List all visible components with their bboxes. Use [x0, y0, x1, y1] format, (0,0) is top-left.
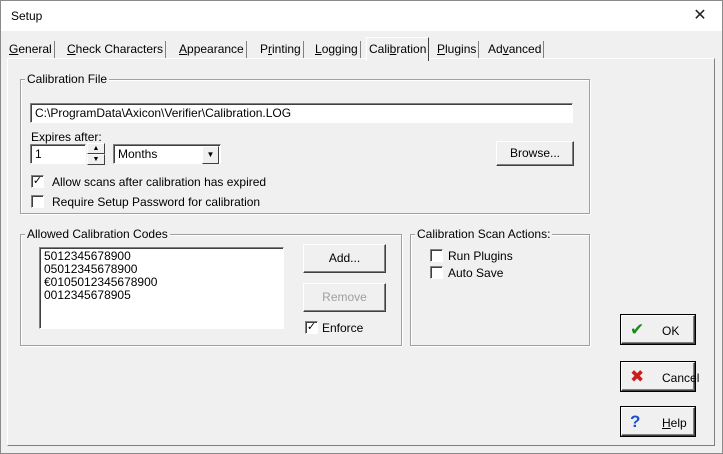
require-password-checkbox[interactable]: [31, 195, 44, 208]
help-button[interactable]: ? Help: [621, 407, 695, 436]
tab-strip: General Check Characters Appearance Prin…: [7, 37, 707, 61]
tab-plugins[interactable]: Plugins: [435, 41, 480, 59]
cancel-button[interactable]: ✖ Cancel: [621, 362, 699, 391]
allow-scans-checkbox[interactable]: ✓: [31, 175, 44, 188]
tab-check-characters[interactable]: Check Characters: [65, 41, 167, 59]
cross-icon: ✖: [630, 367, 645, 386]
tab-printing[interactable]: Printing: [258, 41, 304, 59]
add-code-button[interactable]: Add...: [303, 244, 386, 273]
expires-after-label: Expires after:: [31, 130, 102, 144]
close-icon[interactable]: ✕: [678, 1, 722, 31]
cancel-label: Cancel: [662, 371, 700, 385]
expires-unit-value: Months: [118, 147, 158, 161]
setup-dialog: Setup ✕ General Check Characters Appeara…: [0, 0, 723, 454]
expires-value-input[interactable]: 1: [30, 144, 86, 164]
window-title: Setup: [11, 9, 43, 23]
run-plugins-checkbox[interactable]: [430, 249, 443, 262]
ok-button[interactable]: ✔ OK: [621, 315, 695, 344]
spin-up-icon[interactable]: ▲: [87, 143, 105, 154]
run-plugins-label: Run Plugins: [448, 249, 513, 263]
ok-label: OK: [662, 324, 680, 338]
auto-save-label: Auto Save: [448, 266, 504, 280]
allow-scans-label: Allow scans after calibration has expire…: [52, 175, 267, 189]
list-item[interactable]: 0012345678905: [44, 289, 279, 302]
spin-down-icon[interactable]: ▼: [87, 154, 105, 165]
scan-actions-group-title: Calibration Scan Actions:: [415, 227, 553, 241]
tab-logging[interactable]: Logging: [313, 41, 361, 59]
chevron-down-icon[interactable]: ▼: [202, 146, 219, 164]
tab-advanced[interactable]: Advanced: [486, 41, 545, 59]
checkmark-icon: ✔: [630, 320, 645, 339]
tab-calibration[interactable]: Calibration: [366, 37, 430, 61]
remove-code-button[interactable]: Remove: [303, 283, 386, 312]
browse-button[interactable]: Browse...: [496, 141, 574, 166]
expires-spinner[interactable]: ▲ ▼: [87, 143, 105, 165]
auto-save-checkbox[interactable]: [430, 266, 443, 279]
tab-appearance[interactable]: Appearance: [177, 41, 247, 59]
enforce-label: Enforce: [322, 321, 364, 335]
calibration-file-group-title: Calibration File: [25, 72, 110, 86]
tab-general[interactable]: General: [7, 41, 55, 59]
question-mark-icon: ?: [630, 412, 641, 431]
help-label: Help: [662, 416, 687, 430]
title-bar: Setup ✕: [1, 1, 722, 31]
calibration-file-path-input[interactable]: C:\ProgramData\Axicon\Verifier\Calibrati…: [30, 103, 573, 123]
require-password-label: Require Setup Password for calibration: [52, 195, 261, 209]
allowed-codes-list[interactable]: 5012345678900 05012345678900 €0105012345…: [39, 247, 284, 329]
expires-unit-select[interactable]: Months ▼: [113, 144, 221, 164]
allowed-codes-group-title: Allowed Calibration Codes: [25, 227, 170, 241]
enforce-checkbox[interactable]: ✓: [305, 321, 318, 334]
